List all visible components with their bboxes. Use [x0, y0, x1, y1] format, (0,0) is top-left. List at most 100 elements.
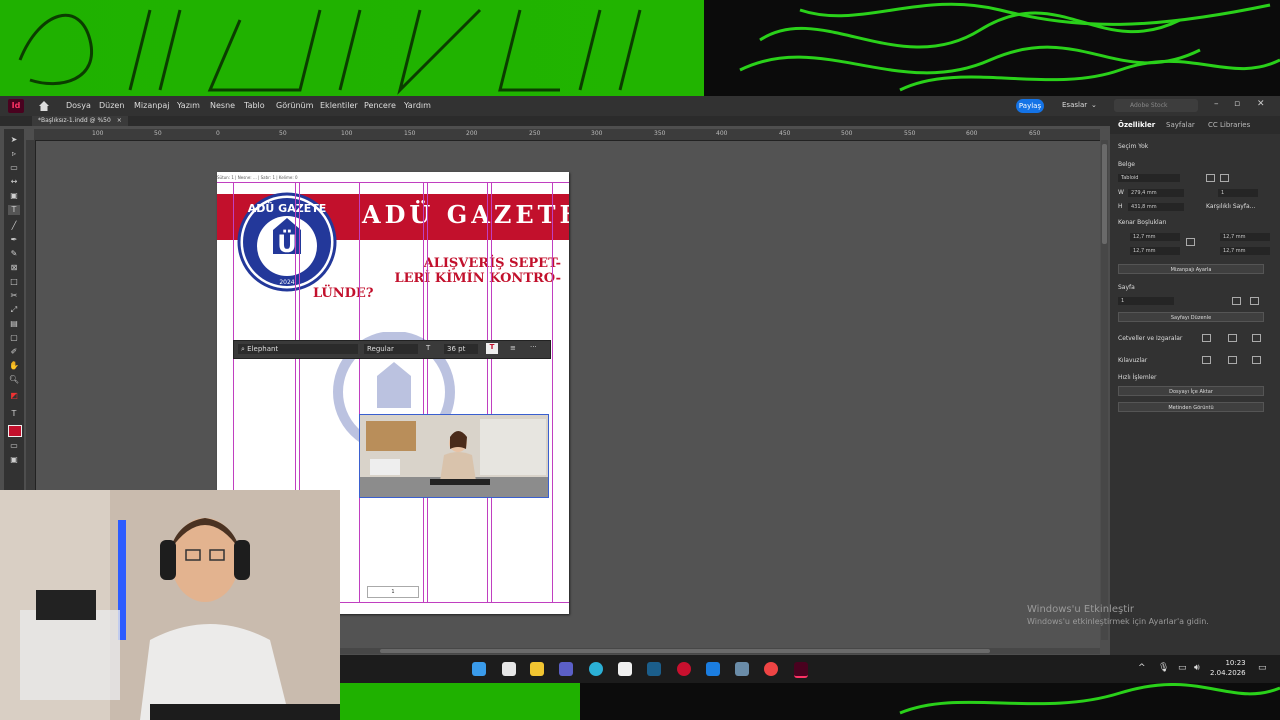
horizontal-scrollbar[interactable] — [340, 648, 1100, 654]
create-guides-icon[interactable] — [1252, 356, 1261, 364]
font-family-select[interactable]: ⌕ Elephant — [238, 344, 358, 354]
scroll-thumb[interactable] — [380, 649, 990, 653]
menu-file[interactable]: Dosya — [66, 101, 91, 110]
smart-guides-icon[interactable] — [1228, 356, 1237, 364]
settings-icon[interactable] — [735, 662, 749, 676]
text-to-image-button[interactable]: Metinden Görüntü — [1118, 402, 1264, 412]
vertical-scrollbar[interactable] — [1101, 140, 1108, 640]
notification-icon[interactable]: ▭ — [1258, 663, 1267, 673]
tab-close-icon[interactable]: × — [117, 117, 122, 124]
show-guides-icon[interactable] — [1202, 356, 1211, 364]
adjust-layout-button[interactable]: Mizanpajı Ayarla — [1118, 264, 1264, 274]
tray-chevron-icon[interactable]: ^ — [1138, 663, 1146, 673]
preview-mode-icon[interactable]: ▣ — [8, 455, 20, 465]
volume-icon[interactable]: 🔊︎ — [1194, 663, 1200, 673]
height-field[interactable]: 431,8 mm — [1128, 203, 1184, 211]
headline-text-frame[interactable]: ALIŞVERİŞ SEPET- LERİ KİMİN KONTRO- LÜND… — [313, 256, 561, 301]
indesign-taskbar-icon[interactable] — [794, 662, 808, 678]
margin-right-field[interactable]: 12,7 mm — [1220, 247, 1270, 255]
close-icon[interactable]: ✕ — [1257, 99, 1265, 109]
margin-top-field[interactable]: 12,7 mm — [1130, 233, 1180, 241]
page-number-frame[interactable]: 1 — [367, 586, 419, 598]
pencil-tool-icon[interactable]: ✎ — [8, 249, 20, 259]
line-tool-icon[interactable]: ╱ — [8, 221, 20, 231]
menu-window[interactable]: Pencere — [364, 101, 396, 110]
tab-cc-libraries[interactable]: CC Libraries — [1208, 121, 1250, 129]
eyedropper-tool-icon[interactable]: ✐ — [8, 347, 20, 357]
page-tool-icon[interactable]: ▭ — [8, 163, 20, 173]
chevron-down-icon[interactable]: ⌄ — [1091, 101, 1097, 109]
direct-selection-tool-icon[interactable]: ▹ — [8, 149, 20, 159]
font-style-select[interactable]: Regular — [364, 344, 418, 354]
fill-stroke-icon[interactable]: ◩ — [8, 391, 20, 401]
restore-icon[interactable]: ▫ — [1234, 99, 1240, 109]
gradient-tool-icon[interactable]: ▤ — [8, 319, 20, 329]
scissors-tool-icon[interactable]: ✂ — [8, 291, 20, 301]
menu-type[interactable]: Yazım — [177, 101, 200, 110]
landscape-orientation-icon[interactable] — [1220, 174, 1229, 182]
menu-help[interactable]: Yardım — [404, 101, 431, 110]
type-tool-icon[interactable]: T — [8, 205, 20, 215]
share-button[interactable]: Paylaş — [1016, 99, 1044, 113]
baseline-grid-icon[interactable] — [1252, 334, 1261, 342]
adobe-stock-search[interactable]: Adobe Stock — [1114, 99, 1198, 112]
content-collector-icon[interactable]: ▣ — [8, 191, 20, 201]
network-icon[interactable]: ▭ — [1178, 663, 1187, 673]
ruler-icon[interactable] — [1202, 334, 1211, 342]
document-preset-select[interactable]: Tabloid — [1118, 174, 1180, 182]
new-page-icon[interactable] — [1232, 297, 1241, 305]
steam-icon[interactable] — [647, 662, 661, 676]
screen-mode-icon[interactable]: ▭ — [8, 441, 20, 451]
zoom-tool-icon[interactable]: 🔍︎ — [8, 375, 20, 385]
menu-table[interactable]: Tablo — [244, 101, 265, 110]
note-tool-icon[interactable]: ▢ — [8, 333, 20, 343]
menu-object[interactable]: Nesne — [210, 101, 235, 110]
minimize-icon[interactable]: – — [1214, 99, 1219, 109]
margin-left-field[interactable]: 12,7 mm — [1220, 233, 1270, 241]
delete-page-icon[interactable] — [1250, 297, 1259, 305]
tab-properties[interactable]: Özellikler — [1118, 121, 1155, 129]
width-field[interactable]: 279,4 mm — [1128, 189, 1184, 197]
edit-page-button[interactable]: Sayfayı Düzenle — [1118, 312, 1264, 322]
margin-bottom-field[interactable]: 12,7 mm — [1130, 247, 1180, 255]
menu-view[interactable]: Görünüm — [276, 101, 313, 110]
pages-count-field[interactable]: 1 — [1218, 189, 1258, 197]
pen-tool-icon[interactable]: ✒ — [8, 235, 20, 245]
menu-plugins[interactable]: Eklentiler — [320, 101, 358, 110]
selection-tool-icon[interactable]: ➤ — [8, 135, 20, 145]
facing-pages-checkbox[interactable]: Karşılıklı Sayfa... — [1206, 203, 1255, 210]
edge-icon[interactable] — [589, 662, 603, 676]
scroll-thumb[interactable] — [1102, 144, 1107, 244]
import-file-button[interactable]: Dosyayı İçe Aktar — [1118, 386, 1264, 396]
photo-frame[interactable] — [359, 414, 549, 498]
microphone-icon[interactable]: 🎙︎ — [1158, 663, 1169, 673]
teams-icon[interactable] — [559, 662, 573, 676]
security-icon[interactable] — [706, 662, 720, 676]
masthead-title[interactable]: ADÜ GAZETE — [362, 200, 569, 229]
system-clock[interactable]: 10:23 2.04.2026 — [1210, 658, 1246, 678]
document-tab[interactable]: *Başlıksız-1.indd @ %50 × — [32, 116, 128, 126]
chain-link-icon[interactable] — [1186, 238, 1195, 246]
menu-edit[interactable]: Düzen — [99, 101, 124, 110]
formatting-text-icon[interactable]: T — [8, 409, 20, 419]
font-size-select[interactable]: 36 pt — [444, 344, 478, 354]
rectangle-tool-icon[interactable]: □ — [8, 277, 20, 287]
opera-icon[interactable] — [677, 662, 691, 676]
free-transform-tool-icon[interactable]: ⤢ — [8, 305, 20, 315]
file-explorer-icon[interactable] — [530, 662, 544, 676]
workspace-switcher[interactable]: Esaslar — [1062, 101, 1087, 109]
swatch-color-icon[interactable] — [8, 425, 22, 437]
store-icon[interactable] — [618, 662, 632, 676]
align-icon[interactable]: ≡ — [510, 344, 516, 352]
task-view-icon[interactable] — [502, 662, 516, 676]
text-color-icon[interactable]: T — [486, 343, 498, 354]
gap-tool-icon[interactable]: ↔ — [8, 177, 20, 187]
grid-icon[interactable] — [1228, 334, 1237, 342]
home-icon[interactable] — [38, 100, 50, 112]
record-app-icon[interactable] — [764, 662, 778, 676]
portrait-orientation-icon[interactable] — [1206, 174, 1215, 182]
rectangle-frame-tool-icon[interactable]: ⊠ — [8, 263, 20, 273]
menu-layout[interactable]: Mizanpaj — [134, 101, 170, 110]
tab-pages[interactable]: Sayfalar — [1166, 121, 1195, 129]
start-icon[interactable] — [472, 662, 486, 676]
